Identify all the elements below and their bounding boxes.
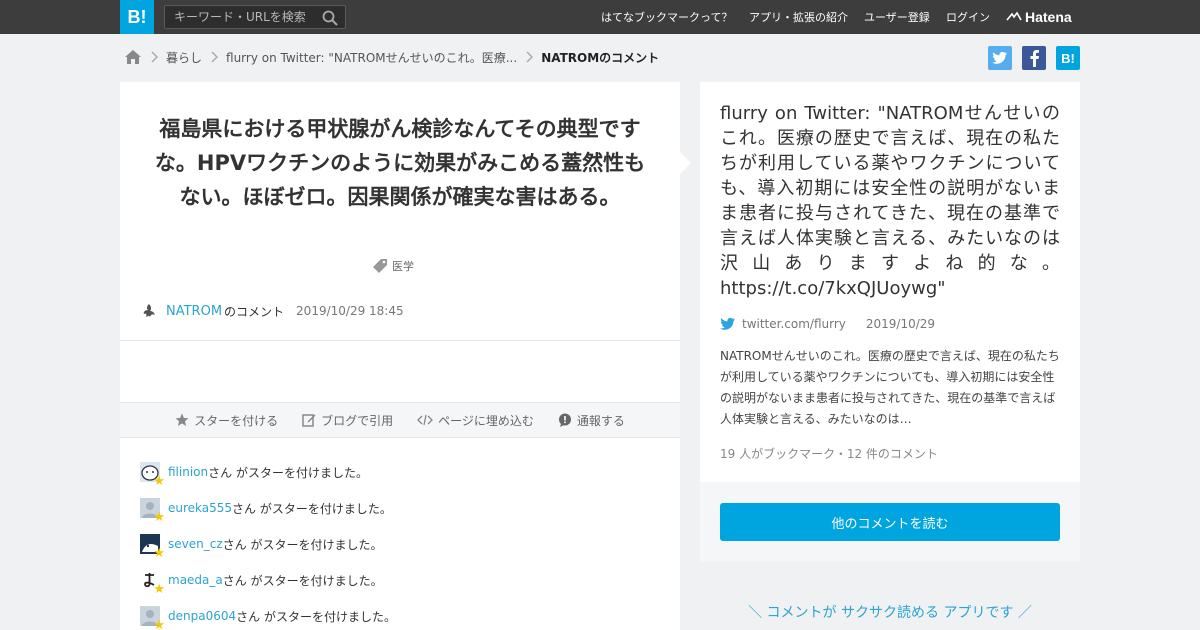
star-icon: ★ — [153, 582, 165, 597]
action-bar: スターを付ける ブログで引用 ページに埋め込む 通報する — [120, 402, 680, 438]
top-bar: B! はてなブックマークって？ アプリ・拡張の紹介 ユーザー登録 ログイン Ha… — [0, 0, 1200, 34]
avatar[interactable]: ★ — [140, 570, 165, 596]
comment-text: 福島県における甲状腺がん検診なんてその典型ですな。HPVワクチンのように効果がみ… — [154, 117, 646, 209]
hatena-brand-link[interactable]: Hatena — [1006, 0, 1072, 34]
star-text: さん がスターを付けました。 — [222, 537, 383, 552]
share-facebook-button[interactable] — [1022, 46, 1046, 70]
entry-date: 2019/10/29 — [865, 317, 936, 331]
comment-date[interactable]: 2019/10/29 18:45 — [296, 304, 404, 318]
blog-quote-button[interactable]: ブログで引用 — [302, 412, 393, 429]
brand-label: Hatena — [1025, 9, 1072, 25]
star-icon: ★ — [153, 474, 165, 489]
share-hatena-button[interactable]: B! — [1056, 46, 1080, 70]
avatar[interactable]: ★ — [140, 534, 165, 560]
login-link[interactable]: ログイン — [946, 9, 990, 25]
twitter-icon — [720, 317, 735, 330]
author-name[interactable]: NATROM — [166, 304, 222, 319]
star-user[interactable]: seven_cz — [168, 537, 223, 551]
card-pointer — [680, 152, 691, 174]
code-icon — [417, 414, 434, 426]
chevron-right-icon — [151, 51, 158, 63]
star-text: さん がスターを付けました。 — [208, 465, 368, 480]
divider — [120, 340, 680, 341]
breadcrumb: 暮らし flurry on Twitter: "NATROMせんせいのこれ。医療… — [124, 46, 659, 68]
source-domain[interactable]: twitter.com/flurry — [742, 317, 846, 331]
star-user[interactable]: denpa0604 — [168, 609, 236, 623]
star-user[interactable]: eureka555 — [168, 501, 232, 515]
hatena-bookmark-logo[interactable]: B! — [120, 0, 154, 34]
home-icon[interactable] — [124, 49, 142, 65]
breadcrumb-current: NATROMのコメント — [541, 50, 660, 65]
twitter-icon — [992, 51, 1007, 64]
embed-label: ページに埋め込む — [438, 413, 534, 428]
register-link[interactable]: ユーザー登録 — [864, 9, 930, 25]
add-star-button[interactable]: スターを付ける — [175, 412, 278, 429]
read-other-comments-button[interactable]: 他のコメントを読む — [720, 503, 1060, 541]
star-user[interactable]: filinion — [168, 465, 208, 479]
entry-card-footer: 他のコメントを読む — [700, 482, 1080, 562]
chevron-right-icon — [526, 51, 534, 63]
star-icon: ★ — [153, 618, 165, 630]
facebook-icon — [1030, 50, 1039, 67]
entry-title[interactable]: flurry on Twitter: "NATROMせんせいのこれ。医療の歴史で… — [720, 101, 1060, 301]
search-input[interactable] — [165, 6, 315, 28]
about-link[interactable]: はてなブックマークって？ — [601, 9, 732, 25]
avatar[interactable] — [140, 302, 158, 320]
add-star-label: スターを付ける — [194, 413, 279, 428]
entry-card: flurry on Twitter: "NATROMせんせいのこれ。医療の歴史で… — [700, 82, 1080, 482]
breadcrumb-category[interactable]: 暮らし — [166, 49, 202, 66]
tag-icon — [373, 259, 387, 273]
list-item: ★ seven_cz さん がスターを付けました。 — [140, 526, 660, 562]
list-item: ★ eureka555 さん がスターを付けました。 — [140, 490, 660, 526]
star-text: さん がスターを付けました。 — [222, 573, 383, 588]
entry-source: twitter.com/flurry 2019/10/29 — [720, 316, 935, 332]
star-icon: ★ — [153, 546, 165, 561]
list-item: ★ filinion さん がスターを付けました。 — [140, 454, 660, 490]
comment-author: NATROM のコメント 2019/10/29 18:45 — [140, 300, 404, 322]
star-list: ★ filinion さん がスターを付けました。 ★ eureka555 さん… — [140, 454, 660, 630]
search-icon[interactable] — [321, 9, 339, 27]
alert-icon — [558, 413, 571, 427]
chevron-right-icon — [211, 51, 219, 63]
avatar[interactable]: ★ — [140, 498, 165, 524]
star-user[interactable]: maeda_a — [168, 573, 223, 587]
embed-button[interactable]: ページに埋め込む — [417, 412, 534, 429]
tag-label: 医学 — [392, 260, 414, 273]
list-item: ★ denpa0604 さん がスターを付けました。 — [140, 598, 660, 630]
share-twitter-button[interactable] — [988, 46, 1012, 70]
search-box — [164, 5, 346, 29]
bookmark-counts[interactable]: 19 人がブックマーク・12 件のコメント — [720, 445, 938, 462]
tag[interactable]: 医学 — [372, 258, 414, 274]
star-text: さん がスターを付けました。 — [232, 501, 392, 516]
app-promo-link[interactable]: ＼ コメントが サクサク読める アプリです ／ — [700, 602, 1080, 622]
report-button[interactable]: 通報する — [558, 412, 625, 429]
breadcrumb-entry[interactable]: flurry on Twitter: "NATROMせんせいのこれ。医療... — [226, 49, 517, 66]
star-icon — [175, 413, 189, 426]
list-item: ★ maeda_a さん がスターを付けました。 — [140, 562, 660, 598]
hatena-mark-icon — [1006, 11, 1022, 21]
pencil-icon — [302, 414, 316, 427]
apps-link[interactable]: アプリ・拡張の紹介 — [749, 9, 848, 25]
star-icon: ★ — [153, 510, 165, 525]
report-label: 通報する — [576, 413, 625, 428]
avatar[interactable]: ★ — [140, 606, 165, 630]
blog-quote-label: ブログで引用 — [321, 413, 394, 428]
star-text: さん がスターを付けました。 — [236, 609, 396, 624]
comment-card: 福島県における甲状腺がん検診なんてその典型ですな。HPVワクチンのように効果がみ… — [120, 82, 680, 630]
entry-summary: NATROMせんせいのこれ。医療の歴史で言えば、現在の私たちが利用している薬やワ… — [720, 349, 1060, 426]
author-suffix: のコメント — [224, 304, 285, 319]
avatar[interactable]: ★ — [140, 462, 165, 488]
